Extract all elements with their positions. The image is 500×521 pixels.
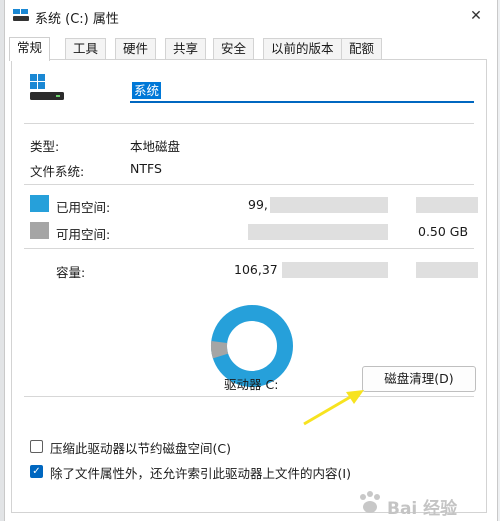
drive-name-text: 系统 [132, 82, 162, 99]
tab-sharing[interactable]: 共享 [165, 38, 207, 59]
divider [24, 396, 474, 397]
index-label: 除了文件属性外，还允许索引此驱动器上文件的内容(I) [50, 466, 351, 481]
general-panel: 系统 类型: 本地磁盘 文件系统: NTFS 已用空间: 99, 可用空间: 0… [11, 59, 487, 513]
free-space-arc [210, 341, 229, 359]
tab-strip: 常规 工具 硬件 共享 安全 以前的版本 配额 [9, 37, 497, 61]
tab-tools[interactable]: 工具 [65, 38, 107, 59]
tab-previous-versions[interactable]: 以前的版本 [263, 38, 342, 59]
type-label: 类型: [30, 139, 60, 154]
redacted-value [416, 262, 478, 278]
tab-hardware[interactable]: 硬件 [115, 38, 157, 59]
filesystem-label: 文件系统: [30, 164, 85, 179]
disk-cleanup-button[interactable]: 磁盘清理(D) [362, 366, 476, 392]
paw-icon [360, 491, 380, 513]
used-space-value: 99, [248, 197, 268, 212]
capacity-label: 容量: [56, 265, 86, 280]
tab-quota[interactable]: 配额 [341, 38, 383, 59]
used-space-ring [211, 305, 293, 387]
drive-icon [13, 9, 29, 21]
tab-general[interactable]: 常规 [9, 37, 51, 61]
divider [24, 248, 474, 249]
divider [24, 184, 474, 185]
divider [24, 123, 474, 124]
title-bar: 系统 (C:) 属性 ✕ [5, 0, 497, 32]
free-space-value: 0.50 GB [418, 224, 469, 239]
redacted-value [248, 224, 388, 240]
redacted-value [270, 197, 388, 213]
watermark-text: Bai 经验 [387, 499, 458, 519]
free-space-swatch [30, 222, 49, 239]
close-icon: ✕ [470, 8, 482, 24]
drive-label: 驱动器 C: [224, 377, 279, 392]
close-button[interactable]: ✕ [465, 5, 487, 27]
filesystem-value: NTFS [130, 161, 162, 176]
annotation-arrow [303, 390, 364, 426]
index-checkbox[interactable]: ✓ [30, 465, 43, 478]
drive-name-input[interactable]: 系统 [130, 79, 474, 103]
free-space-label: 可用空间: [56, 227, 111, 242]
tab-security[interactable]: 安全 [213, 38, 255, 59]
redacted-value [282, 262, 388, 278]
used-space-swatch [30, 195, 49, 212]
type-value: 本地磁盘 [130, 139, 181, 154]
capacity-value: 106,37 [234, 262, 278, 277]
drive-icon [30, 74, 64, 100]
properties-window: 系统 (C:) 属性 ✕ 常规 工具 硬件 共享 安全 以前的版本 配额 系统 … [4, 0, 498, 521]
compress-label: 压缩此驱动器以节约磁盘空间(C) [50, 441, 231, 456]
used-space-label: 已用空间: [56, 200, 111, 215]
redacted-value [416, 197, 478, 213]
checkmark-icon: ✓ [32, 466, 41, 477]
compress-checkbox[interactable] [30, 440, 43, 453]
watermark: Bai 经验 [355, 489, 483, 519]
window-title: 系统 (C:) 属性 [35, 12, 119, 27]
